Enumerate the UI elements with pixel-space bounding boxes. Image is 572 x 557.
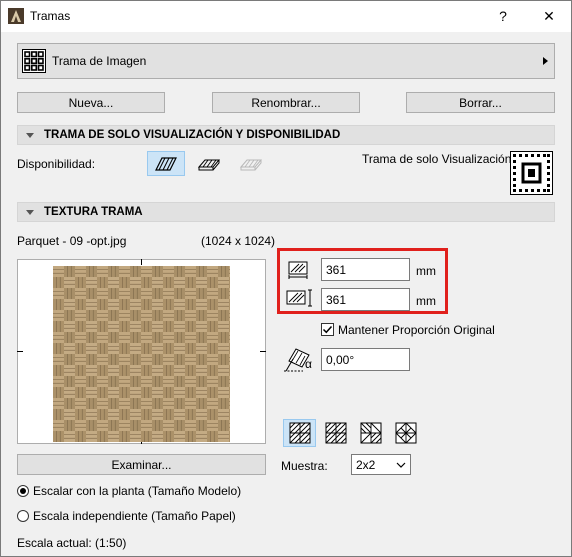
preview-tick-top xyxy=(141,259,142,265)
keep-ratio-label[interactable]: Mantener Proporción Original xyxy=(338,323,495,337)
availability-option-render-button[interactable] xyxy=(232,151,270,176)
scale-model-label[interactable]: Escalar con la planta (Tamaño Modelo) xyxy=(33,484,241,498)
sample-layout-3-button[interactable] xyxy=(354,419,387,447)
section-visibility-title: TRAMA DE SOLO VISUALIZACIÓN Y DISPONIBIL… xyxy=(44,129,341,141)
availability-option-3d-button[interactable] xyxy=(190,151,228,176)
app-icon xyxy=(8,8,24,24)
chevron-down-icon xyxy=(396,462,406,468)
section-texture-title: TEXTURA TRAMA xyxy=(44,206,143,218)
hatch-3d-icon xyxy=(197,159,221,170)
delete-button[interactable]: Borrar... xyxy=(406,92,555,113)
texture-file-name: Parquet - 09 -opt.jpg xyxy=(17,234,127,248)
help-button[interactable]: ? xyxy=(480,0,526,32)
sample-layout-2-button[interactable] xyxy=(319,419,352,447)
layout-mirror-x-icon xyxy=(325,422,346,444)
radio-selected-dot xyxy=(20,488,26,494)
texture-file-size: (1024 x 1024) xyxy=(201,234,276,248)
sample-layout-1-button[interactable] xyxy=(283,419,316,447)
checkmark-icon xyxy=(322,325,333,334)
scale-paper-radio[interactable] xyxy=(17,510,29,522)
current-scale-label: Escala actual: (1:50) xyxy=(17,536,127,550)
browse-button[interactable]: Examinar... xyxy=(17,454,266,475)
new-button[interactable]: Nueva... xyxy=(17,92,165,113)
sample-select-value: 2x2 xyxy=(356,457,376,472)
hatch-2d-icon xyxy=(155,156,177,171)
availability-option-2d-button[interactable] xyxy=(147,151,185,176)
availability-label: Disponibilidad: xyxy=(17,157,96,171)
layout-mirror-y-icon xyxy=(360,422,381,444)
texture-width-input[interactable]: 361 xyxy=(321,258,410,281)
display-only-pattern-preview[interactable] xyxy=(510,151,553,195)
alpha-symbol: α xyxy=(305,357,312,371)
window-title: Tramas xyxy=(30,9,71,23)
scale-model-radio[interactable] xyxy=(17,485,29,497)
chevron-right-icon xyxy=(543,57,548,65)
texture-height-input[interactable]: 361 xyxy=(321,288,410,311)
scale-paper-label[interactable]: Escala independiente (Tamaño Papel) xyxy=(33,509,236,523)
rename-button[interactable]: Renombrar... xyxy=(212,92,360,113)
preview-tick-left xyxy=(17,351,23,352)
keep-ratio-checkbox[interactable] xyxy=(321,323,334,336)
texture-height-unit: mm xyxy=(416,294,436,308)
display-only-pattern-icon xyxy=(510,151,553,195)
layout-diagonal-icon xyxy=(289,422,310,444)
close-button[interactable]: ✕ xyxy=(526,0,572,32)
collapse-triangle-icon xyxy=(26,132,34,138)
texture-width-icon xyxy=(285,259,313,281)
pattern-grid-icon xyxy=(21,48,47,74)
hatch-render-icon xyxy=(239,159,263,170)
texture-preview xyxy=(17,259,266,444)
section-texture-header[interactable]: TEXTURA TRAMA xyxy=(17,202,555,222)
section-visibility-header[interactable]: TRAMA DE SOLO VISUALIZACIÓN Y DISPONIBIL… xyxy=(17,125,555,145)
sample-select[interactable]: 2x2 xyxy=(351,454,411,475)
pattern-selector-label: Trama de Imagen xyxy=(52,54,147,68)
texture-width-unit: mm xyxy=(416,264,436,278)
layout-mirror-xy-icon xyxy=(395,422,416,444)
parquet-texture-image xyxy=(53,266,230,442)
sample-layout-4-button[interactable] xyxy=(389,419,422,447)
pattern-selector[interactable]: Trama de Imagen xyxy=(17,43,555,79)
texture-angle-input[interactable]: 0,00° xyxy=(321,348,410,371)
display-only-label: Trama de solo Visualización: xyxy=(362,152,515,166)
preview-tick-right xyxy=(260,351,266,352)
sample-label: Muestra: xyxy=(281,459,328,473)
texture-height-icon xyxy=(285,287,315,309)
collapse-triangle-icon xyxy=(26,209,34,215)
